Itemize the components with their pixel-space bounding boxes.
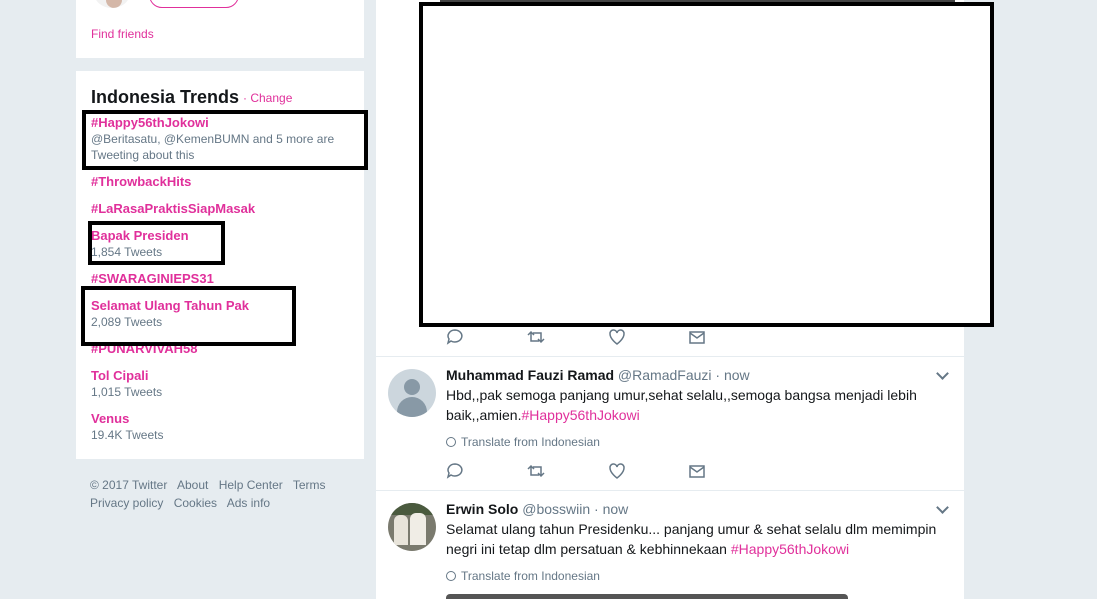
trends-title: Indonesia Trends: [91, 87, 240, 107]
tweet-hashtag[interactable]: #Happy56thJokowi: [521, 407, 639, 423]
reply-icon[interactable]: [446, 462, 464, 480]
trend-meta: 1,854 Tweets: [91, 245, 163, 259]
trend-name: #PUNARVIVAH58: [91, 341, 198, 356]
translate-link[interactable]: Translate from Indonesian: [446, 435, 600, 449]
footer-copyright: © 2017 Twitter: [90, 478, 168, 492]
tweet-body: Hbd,,pak semoga panjang umur,sehat selal…: [446, 387, 917, 423]
footer-link-help-center[interactable]: Help Center: [219, 478, 283, 492]
default-avatar-head-shape: [404, 379, 420, 395]
retweet-icon[interactable]: [527, 328, 545, 346]
avatar[interactable]: [388, 503, 436, 551]
trend-meta: @Beritasatu, @KemenBUMN and 5 more are T…: [91, 132, 335, 162]
direct-message-icon[interactable]: [688, 462, 706, 480]
trend-meta: 1,015 Tweets: [91, 385, 163, 399]
tweet-header: Muhammad Fauzi Ramad @RamadFauzi · now: [446, 367, 750, 383]
trend-item[interactable]: #LaRasaPraktisSiapMasak: [91, 201, 356, 217]
avatar[interactable]: [388, 369, 436, 417]
profile-button[interactable]: [149, 0, 239, 8]
tweet-timestamp[interactable]: · now: [715, 367, 749, 383]
tweet-timestamp[interactable]: · now: [594, 501, 628, 517]
trend-name: Selamat Ulang Tahun Pak: [91, 298, 249, 313]
trends-change-link[interactable]: · Change: [243, 91, 292, 105]
footer: © 2017 Twitter About Help Center Terms P…: [90, 476, 370, 512]
trends-card: Indonesia Trends · Change #Happy56thJoko…: [76, 71, 364, 459]
tweet-actions: [446, 462, 716, 482]
like-icon[interactable]: [608, 328, 626, 346]
retweet-icon[interactable]: [527, 462, 545, 480]
avatar-photo-figure: [410, 513, 426, 545]
footer-link-ads-info[interactable]: Ads info: [227, 496, 270, 510]
tweet-text: Selamat ulang tahun Presidenku... panjan…: [446, 519, 956, 559]
tweet-body: Selamat ulang tahun Presidenku... panjan…: [446, 521, 937, 557]
default-avatar-body-shape: [397, 397, 427, 417]
direct-message-icon[interactable]: [688, 328, 706, 346]
tweet-header: Erwin Solo @bosswiin · now: [446, 501, 628, 517]
trend-name: #LaRasaPraktisSiapMasak: [91, 201, 256, 216]
tweet-actions: [446, 328, 716, 348]
profile-card: Find friends: [76, 0, 364, 58]
footer-link-privacy[interactable]: Privacy policy: [90, 496, 163, 510]
find-friends-link[interactable]: Find friends: [91, 27, 154, 41]
trend-meta: 19.4K Tweets: [91, 428, 164, 442]
tweet-author-name[interactable]: Muhammad Fauzi Ramad: [446, 367, 614, 383]
trend-item[interactable]: #PUNARVIVAH58: [91, 341, 356, 357]
avatar[interactable]: [92, 0, 132, 10]
trend-item[interactable]: Tol Cipali 1,015 Tweets: [91, 368, 356, 400]
trend-item[interactable]: #ThrowbackHits: [91, 174, 356, 190]
trend-item[interactable]: Selamat Ulang Tahun Pak 2,089 Tweets: [91, 298, 356, 330]
tweet-author-name[interactable]: Erwin Solo: [446, 501, 518, 517]
translate-label: Translate from Indonesian: [461, 569, 600, 583]
tweet-author-handle[interactable]: @bosswiin: [522, 501, 590, 517]
tweet-author-handle[interactable]: @RamadFauzi: [618, 367, 712, 383]
globe-icon: [446, 571, 456, 581]
reply-icon[interactable]: [446, 328, 464, 346]
trend-name: Venus: [91, 411, 130, 426]
footer-link-about[interactable]: About: [177, 478, 208, 492]
trend-name: Bapak Presiden: [91, 228, 189, 243]
globe-icon: [446, 437, 456, 447]
translate-label: Translate from Indonesian: [461, 435, 600, 449]
like-icon[interactable]: [608, 462, 626, 480]
translate-link[interactable]: Translate from Indonesian: [446, 569, 600, 583]
divider: [376, 490, 964, 491]
trend-name: Tol Cipali: [91, 368, 149, 383]
trend-meta: 2,089 Tweets: [91, 315, 163, 329]
trend-name: #SWARAGINIEPS31: [91, 271, 214, 286]
divider: [376, 356, 964, 357]
avatar-photo-figure: [394, 515, 408, 545]
footer-link-terms[interactable]: Terms: [293, 478, 326, 492]
tweet-hashtag[interactable]: #Happy56thJokowi: [731, 541, 849, 557]
trend-item[interactable]: #SWARAGINIEPS31: [91, 271, 356, 287]
trend-item[interactable]: Bapak Presiden 1,854 Tweets: [91, 228, 356, 260]
trend-item[interactable]: Venus 19.4K Tweets: [91, 411, 356, 443]
footer-link-cookies[interactable]: Cookies: [174, 496, 217, 510]
trend-name: #Happy56thJokowi: [91, 115, 209, 130]
tweet-media-preview[interactable]: [446, 594, 848, 599]
tweet-text: Hbd,,pak semoga panjang umur,sehat selal…: [446, 385, 956, 425]
media-placeholder[interactable]: [419, 2, 994, 327]
trend-name: #ThrowbackHits: [91, 174, 192, 189]
trend-item[interactable]: #Happy56thJokowi @Beritasatu, @KemenBUMN…: [91, 115, 356, 163]
